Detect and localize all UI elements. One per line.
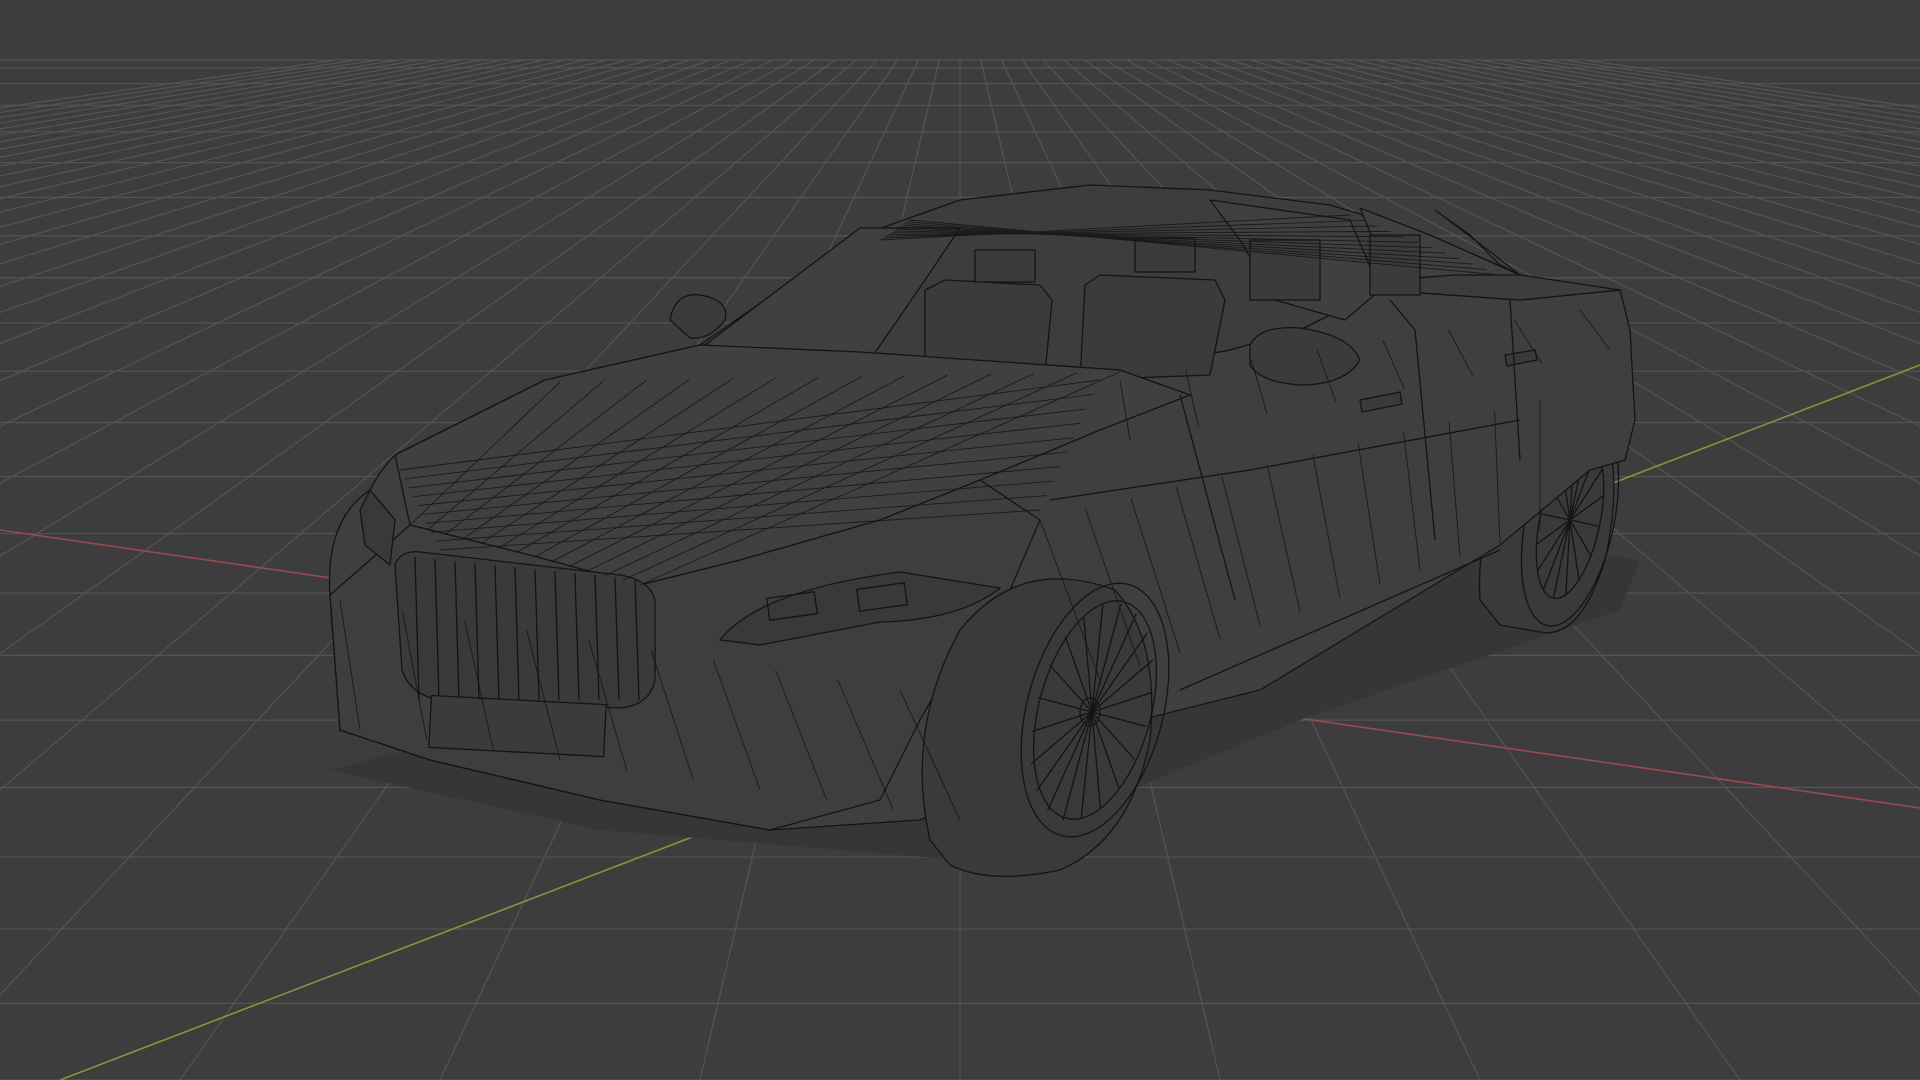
3d-viewport[interactable]: [0, 0, 1920, 1080]
viewport-canvas[interactable]: [0, 0, 1920, 1080]
front-grille: [394, 551, 656, 709]
license-plate: [428, 694, 607, 758]
